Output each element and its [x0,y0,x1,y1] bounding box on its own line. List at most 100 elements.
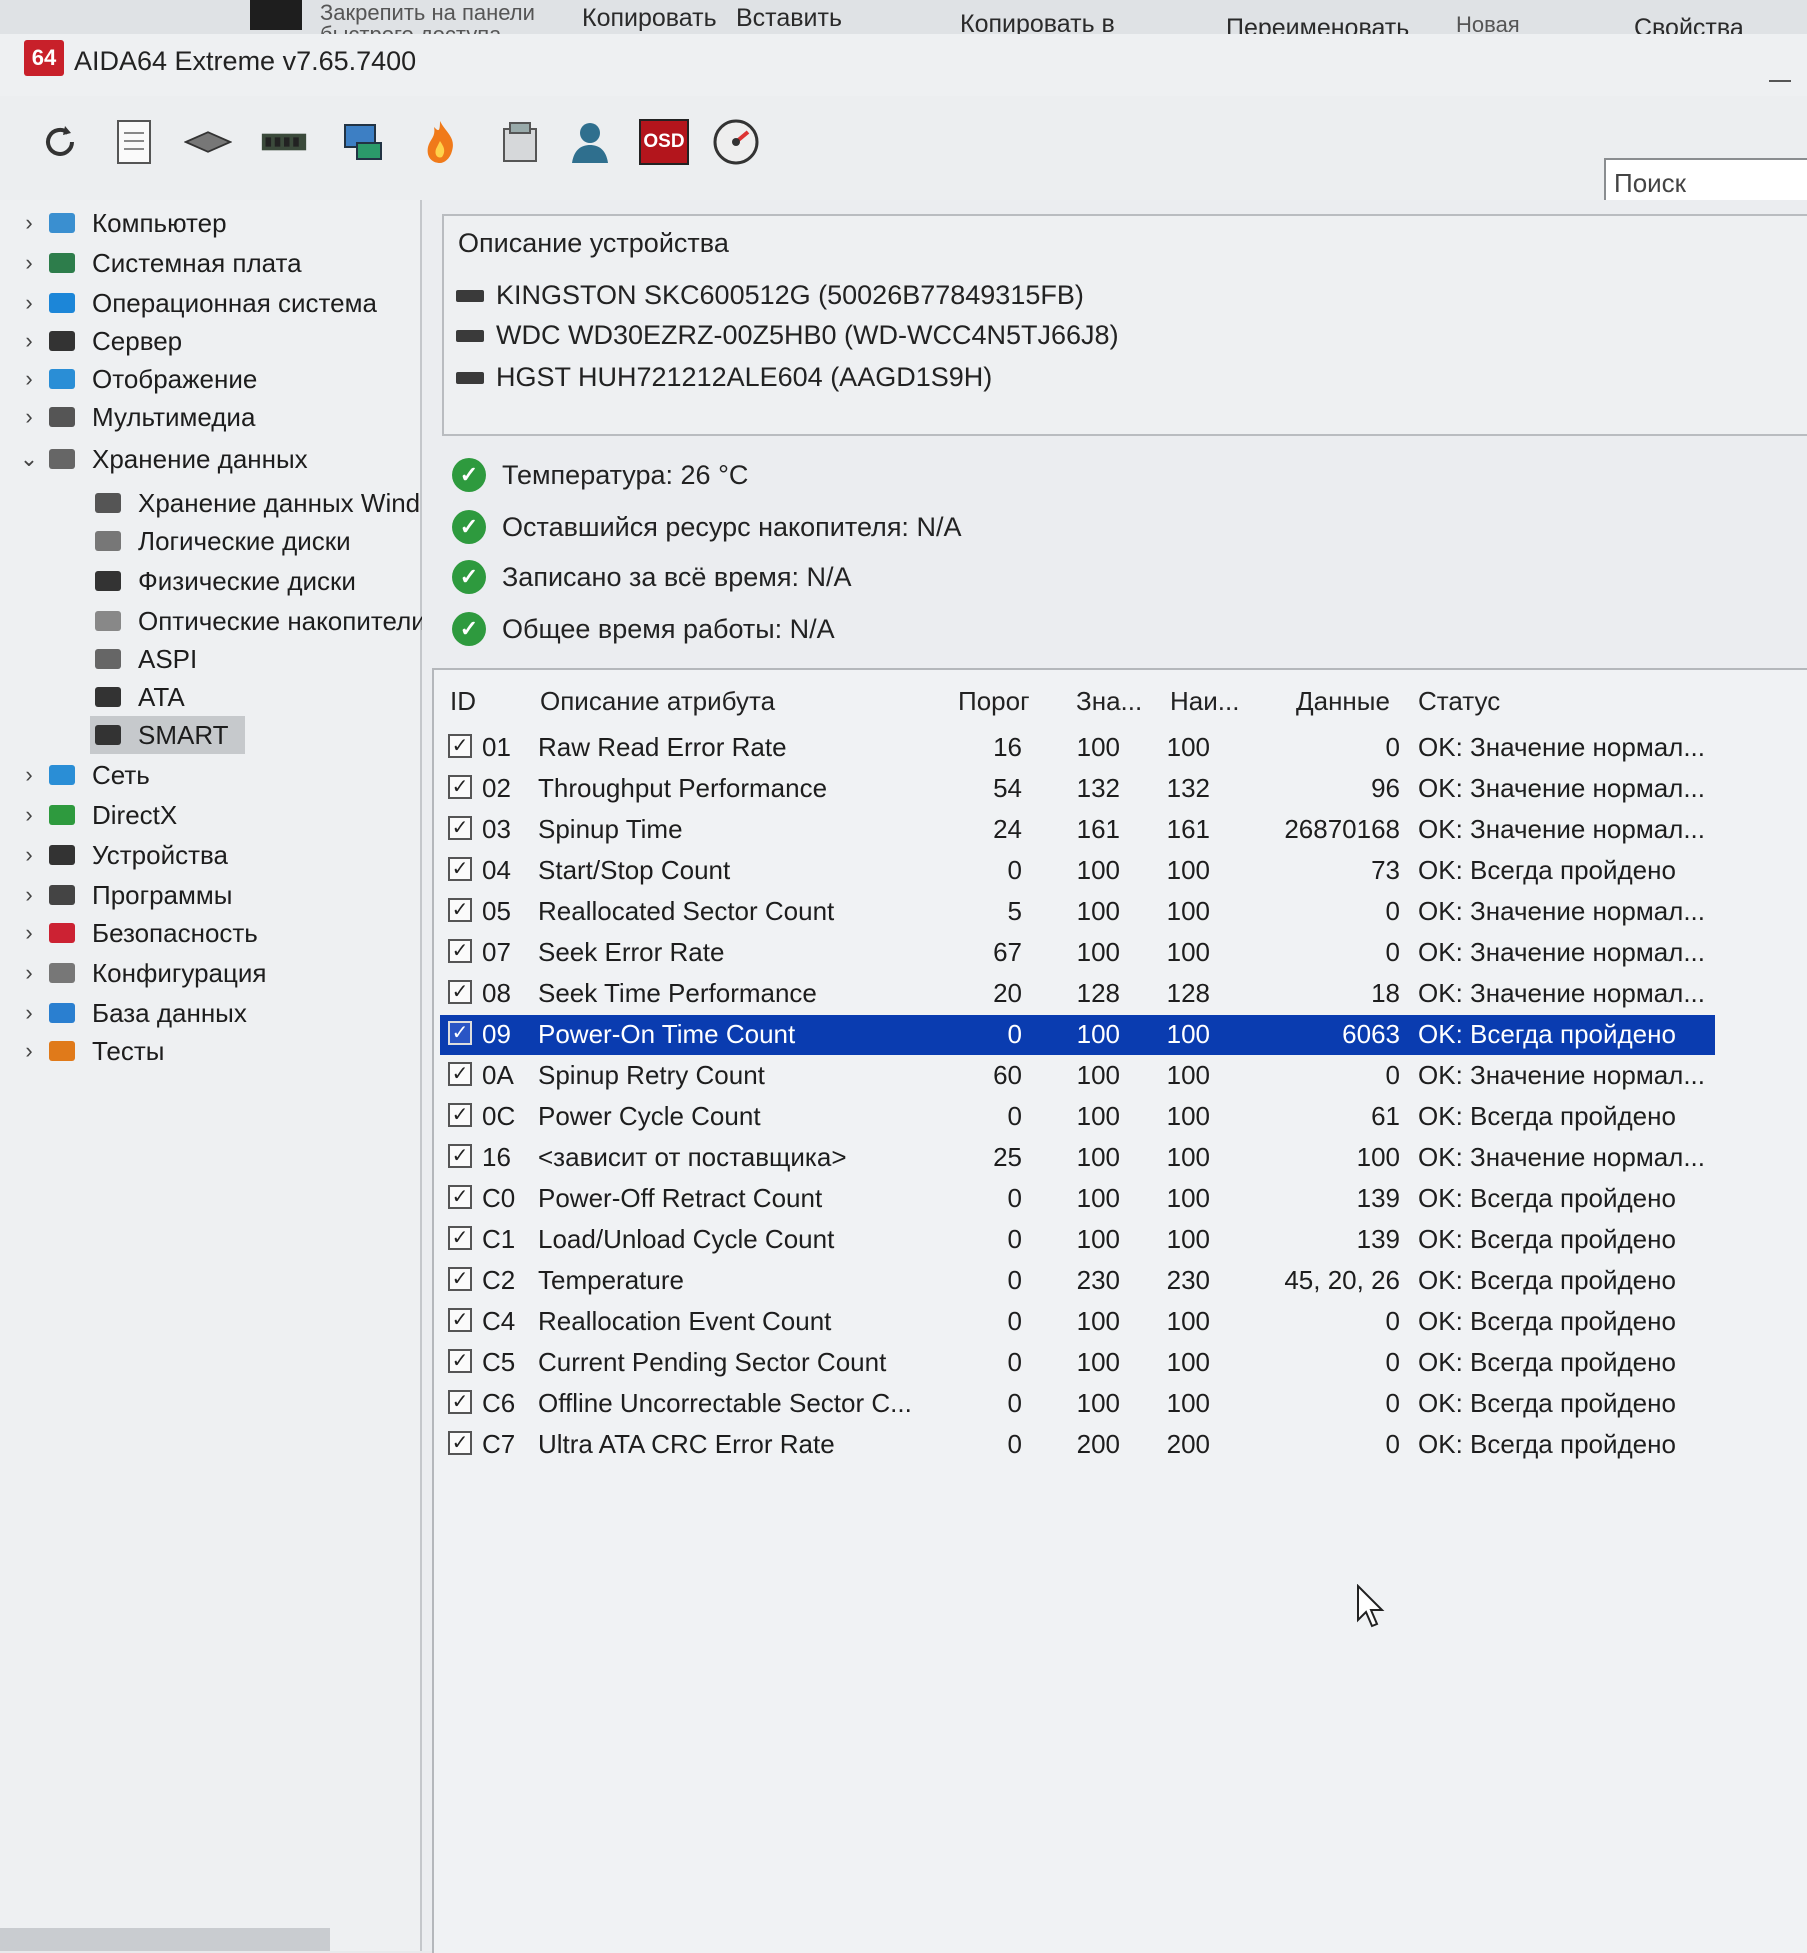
tree-item[interactable]: › Отображение [14,360,257,398]
tree-item[interactable]: › База данных [14,994,247,1032]
tree-item[interactable]: › Мультимедиа [14,398,255,436]
device-item[interactable]: HGST HUH721212ALE604 (AAGD1S9H) [456,362,992,393]
row-checkbox[interactable]: ✓ [448,1021,472,1045]
row-checkbox[interactable]: ✓ [448,734,472,758]
motherboard-icon[interactable] [184,118,232,166]
row-checkbox[interactable]: ✓ [448,1185,472,1209]
row-checkbox[interactable]: ✓ [448,1103,472,1127]
table-row[interactable]: ✓ 02 Throughput Performance 54 132 132 96 OK: З… [440,769,1715,809]
table-row[interactable]: ✓ 09 Power-On Time Count 0 100 100 6063 OK: Все… [440,1015,1715,1055]
row-checkbox[interactable]: ✓ [448,898,472,922]
column-header-description[interactable]: Описание атрибута [540,686,775,717]
chevron-down-icon[interactable]: ⌄ [14,446,44,472]
chevron-right-icon[interactable]: › [14,1038,44,1064]
osd-icon[interactable]: OSD [638,118,690,166]
column-header-worst[interactable]: Наи... [1170,686,1239,717]
tree-item[interactable]: Логические диски [90,522,351,560]
column-header-status[interactable]: Статус [1418,686,1500,717]
tree-item[interactable]: › Системная плата [14,244,301,282]
device-item[interactable]: KINGSTON SKC600512G (50026B77849315FB) [456,280,1084,311]
table-row[interactable]: ✓ 01 Raw Read Error Rate 16 100 100 0 OK: Значе… [440,728,1715,768]
row-checkbox[interactable]: ✓ [448,939,472,963]
cell-threshold: 0 [1007,1183,1022,1213]
column-header-data[interactable]: Данные [1296,686,1390,717]
chevron-right-icon[interactable]: › [14,842,44,868]
user-icon[interactable] [566,118,614,166]
tree-item[interactable]: › Сервер [14,322,182,360]
tree-item[interactable]: › Программы [14,876,232,914]
flame-icon[interactable] [416,118,464,166]
table-row[interactable]: ✓ 03 Spinup Time 24 161 161 26870168 OK: Значен… [440,810,1715,850]
column-header-id[interactable]: ID [450,686,476,717]
memory-icon[interactable] [260,118,308,166]
row-checkbox[interactable]: ✓ [448,1431,472,1455]
row-checkbox[interactable]: ✓ [448,980,472,1004]
row-checkbox[interactable]: ✓ [448,1349,472,1373]
chevron-right-icon[interactable]: › [14,960,44,986]
table-row[interactable]: ✓ C7 Ultra ATA CRC Error Rate 0 200 200 0 OK: В… [440,1425,1715,1465]
chevron-right-icon[interactable]: › [14,210,44,236]
tree-item[interactable]: › Устройства [14,836,228,874]
tree-item[interactable]: ASPI [90,640,197,678]
chevron-right-icon[interactable]: › [14,404,44,430]
chevron-right-icon[interactable]: › [14,1000,44,1026]
copy-button[interactable]: Копировать [582,4,717,33]
table-row[interactable]: ✓ 0A Spinup Retry Count 60 100 100 0 OK: Значен… [440,1056,1715,1096]
report-icon[interactable] [110,118,158,166]
tree-item[interactable]: SMART [90,716,245,754]
tree-item[interactable]: Хранение данных Wind [90,484,420,522]
config-icon [44,958,80,988]
table-row[interactable]: ✓ 08 Seek Time Performance 20 128 128 18 OK: Зн… [440,974,1715,1014]
column-header-threshold[interactable]: Порог [958,686,1030,717]
network-icon[interactable] [340,118,388,166]
table-row[interactable]: ✓ C1 Load/Unload Cycle Count 0 100 100 139 OK: … [440,1220,1715,1260]
chevron-right-icon[interactable]: › [14,882,44,908]
tree-horizontal-scrollbar[interactable] [0,1928,330,1951]
table-row[interactable]: ✓ C4 Reallocation Event Count 0 100 100 0 OK: В… [440,1302,1715,1342]
paste-button[interactable]: Вставить [736,4,842,33]
table-row[interactable]: ✓ C6 Offline Uncorrectable Sector C... 0 100… [440,1384,1715,1424]
row-checkbox[interactable]: ✓ [448,857,472,881]
tree-item[interactable]: Оптические накопители [90,602,426,640]
disk-icon[interactable] [496,118,544,166]
device-item[interactable]: WDC WD30EZRZ-00Z5HB0 (WD-WCC4N5TJ66J8) [456,320,1119,351]
row-checkbox[interactable]: ✓ [448,816,472,840]
chevron-right-icon[interactable]: › [14,920,44,946]
row-checkbox[interactable]: ✓ [448,1226,472,1250]
refresh-icon[interactable] [36,118,84,166]
table-row[interactable]: ✓ 04 Start/Stop Count 0 100 100 73 OK: Всегда п… [440,851,1715,891]
tree-item[interactable]: ATA [90,678,185,716]
tree-item[interactable]: › Сеть [14,756,150,794]
chevron-right-icon[interactable]: › [14,762,44,788]
tree-item[interactable]: › Безопасность [14,914,258,952]
row-checkbox[interactable]: ✓ [448,1144,472,1168]
chevron-right-icon[interactable]: › [14,328,44,354]
row-checkbox[interactable]: ✓ [448,1308,472,1332]
tree-item[interactable]: ⌄ Хранение данных [14,440,308,478]
minimize-button[interactable] [1769,80,1791,82]
table-row[interactable]: ✓ 07 Seek Error Rate 67 100 100 0 OK: Значение … [440,933,1715,973]
column-header-value[interactable]: Зна... [1076,686,1142,717]
row-checkbox[interactable]: ✓ [448,775,472,799]
chevron-right-icon[interactable]: › [14,290,44,316]
chevron-right-icon[interactable]: › [14,802,44,828]
tree-item-label: Программы [92,879,233,910]
chevron-right-icon[interactable]: › [14,366,44,392]
benchmark-icon[interactable] [712,118,760,166]
tree-item[interactable]: › DirectX [14,796,177,834]
table-row[interactable]: ✓ 16 <зависит от поставщика> 25 100 100 100 OK:… [440,1138,1715,1178]
chevron-right-icon[interactable]: › [14,250,44,276]
tree-item[interactable]: › Конфигурация [14,954,266,992]
table-row[interactable]: ✓ 05 Reallocated Sector Count 5 100 100 0 OK: З… [440,892,1715,932]
row-checkbox[interactable]: ✓ [448,1267,472,1291]
table-row[interactable]: ✓ C0 Power-Off Retract Count 0 100 100 139 OK: … [440,1179,1715,1219]
row-checkbox[interactable]: ✓ [448,1062,472,1086]
tree-item[interactable]: Физические диски [90,562,356,600]
tree-item[interactable]: › Компьютер [14,204,226,242]
tree-item[interactable]: › Операционная система [14,284,377,322]
table-row[interactable]: ✓ 0C Power Cycle Count 0 100 100 61 OK: Всегда … [440,1097,1715,1137]
row-checkbox[interactable]: ✓ [448,1390,472,1414]
table-row[interactable]: ✓ C5 Current Pending Sector Count 0 100 100 0 O… [440,1343,1715,1383]
tree-item[interactable]: › Тесты [14,1032,164,1070]
table-row[interactable]: ✓ C2 Temperature 0 230 230 45, 20, 26 OK: Всегд… [440,1261,1715,1301]
